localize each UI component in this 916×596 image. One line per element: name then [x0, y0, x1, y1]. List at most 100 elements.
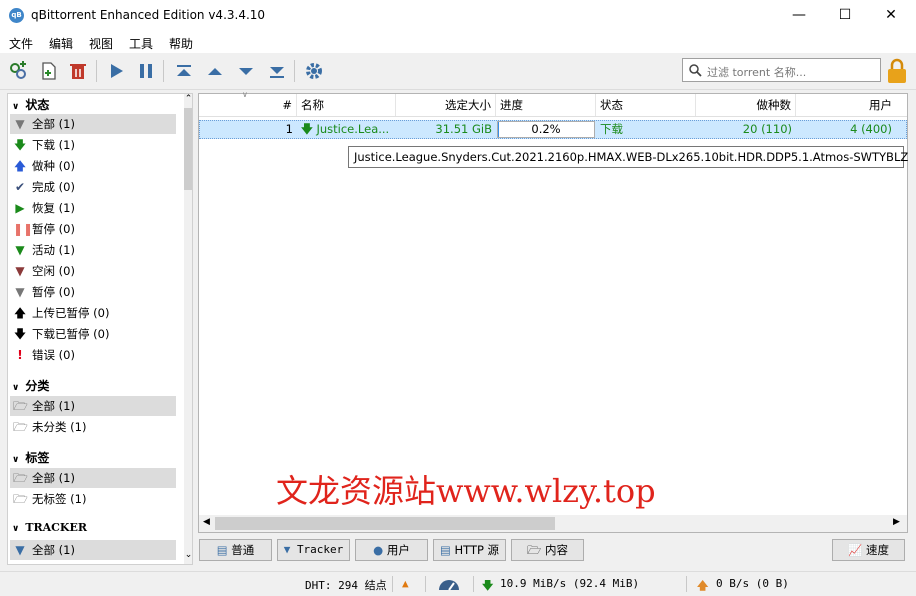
down-arrow-icon: 🡇: [13, 135, 27, 155]
col-name[interactable]: 名称: [297, 94, 396, 116]
filter-icon: ▼: [13, 282, 27, 302]
up-arrow-icon: 🡅: [13, 303, 27, 323]
status-bar: DHT: 294 结点 ▲ 🡇 10.9 MiB/s (92.4 MiB) 🡅 …: [0, 571, 916, 596]
menu-view[interactable]: 视图: [89, 35, 113, 52]
menu-help[interactable]: 帮助: [169, 35, 193, 52]
menu-edit[interactable]: 编辑: [49, 35, 73, 52]
filter-status-inactive[interactable]: ▼空闲 (0): [10, 261, 176, 281]
add-link-button[interactable]: [6, 59, 30, 83]
play-icon: [106, 61, 126, 81]
general-icon: ▤: [217, 543, 228, 557]
horizontal-scroll-thumb[interactable]: [215, 517, 555, 530]
filter-status-all[interactable]: ▼全部 (1): [10, 114, 176, 134]
users-icon: ●: [373, 543, 383, 557]
move-down-button[interactable]: [234, 59, 258, 83]
row-seeds: 20 (110): [696, 121, 796, 138]
downloading-icon: 🡇: [301, 122, 313, 136]
minimize-button[interactable]: —: [776, 0, 822, 31]
tab-content[interactable]: 🗁 内容: [511, 539, 584, 561]
add-file-icon: [38, 61, 58, 81]
scroll-down-icon: ⌄: [184, 550, 193, 562]
up-arrow-icon: 🡅: [13, 156, 27, 176]
close-button[interactable]: ✕: [868, 0, 914, 31]
filter-tag-untagged[interactable]: 🗁无标签 (1): [10, 489, 176, 509]
filter-category-all[interactable]: 🗁全部 (1): [10, 396, 176, 416]
folder-icon: 🗁: [527, 543, 541, 557]
filter-status-paused[interactable]: ❚❚暂停 (0): [10, 219, 176, 239]
scroll-left-icon: ◀: [203, 517, 210, 527]
filter-status-completed[interactable]: ✔完成 (0): [10, 177, 176, 197]
menu-bar: 文件 编辑 视图 工具 帮助: [0, 31, 916, 53]
scroll-up-icon: ⌃: [184, 94, 193, 106]
arrow-down-icon: [236, 61, 256, 81]
tab-peers[interactable]: ● 用户: [355, 539, 428, 561]
down-arrow-icon: 🡇: [13, 324, 27, 344]
col-status[interactable]: 状态: [596, 94, 696, 116]
http-icon: ▤: [440, 543, 451, 557]
filter-status-seeding[interactable]: 🡅做种 (0): [10, 156, 176, 176]
col-progress[interactable]: 进度: [496, 94, 596, 116]
lock-button[interactable]: [886, 58, 908, 84]
download-speed[interactable]: 10.9 MiB/s (92.4 MiB): [500, 577, 639, 590]
horizontal-scrollbar[interactable]: ◀ ▶: [199, 515, 907, 532]
upload-speed[interactable]: 0 B/s (0 B): [716, 577, 789, 590]
col-num[interactable]: #: [199, 94, 297, 116]
menu-tools[interactable]: 工具: [129, 35, 153, 52]
col-peers[interactable]: 用户: [796, 94, 896, 116]
table-row[interactable]: 1 🡇 Justice.Lea... 31.51 GiB 0.2% 下载 20 …: [199, 120, 907, 139]
filter-status-error[interactable]: !错误 (0): [10, 345, 176, 365]
filter-status-stalled[interactable]: ▼暂停 (0): [10, 282, 176, 302]
menu-file[interactable]: 文件: [9, 35, 33, 52]
tab-speed[interactable]: 📈 速度: [832, 539, 905, 561]
filter-category-uncategorized[interactable]: 🗁未分类 (1): [10, 417, 176, 437]
filter-status-upload-paused[interactable]: 🡅上传已暂停 (0): [10, 303, 176, 323]
tab-http-sources[interactable]: ▤ HTTP 源: [433, 539, 506, 561]
resume-button[interactable]: [104, 59, 128, 83]
folder-icon: 🗁: [13, 396, 27, 416]
add-torrent-button[interactable]: [36, 59, 60, 83]
sidebar-filters: ∨状态 ▼全部 (1) 🡇下载 (1) 🡅做种 (0) ✔完成 (0) ▶恢复 …: [7, 93, 193, 565]
filter-status-resumed[interactable]: ▶恢复 (1): [10, 198, 176, 218]
tab-general[interactable]: ▤ 普通: [199, 539, 272, 561]
filter-tracker-all[interactable]: ▼全部 (1): [10, 540, 176, 560]
col-size[interactable]: 选定大小: [396, 94, 496, 116]
error-icon: !: [13, 345, 27, 365]
sort-indicator-icon: ∨: [242, 90, 248, 99]
upload-speed-icon: 🡅: [697, 577, 708, 596]
scroll-right-icon: ▶: [893, 517, 900, 527]
move-top-button[interactable]: [172, 59, 196, 83]
search-placeholder: 过滤 torrent 名称...: [707, 64, 806, 80]
sidebar-scrollbar[interactable]: ⌃ ⌄: [184, 94, 193, 564]
connection-status-icon[interactable]: ▲: [402, 577, 409, 590]
move-bottom-icon: [267, 61, 287, 81]
search-icon: [688, 63, 702, 77]
chart-icon: 📈: [848, 543, 862, 557]
tab-trackers[interactable]: ▼ Tracker: [277, 539, 350, 561]
sidebar-scroll-thumb[interactable]: [184, 108, 193, 190]
pause-button[interactable]: [134, 59, 158, 83]
name-tooltip: Justice.League.Snyders.Cut.2021.2160p.HM…: [348, 146, 904, 168]
tracker-section-header[interactable]: ∨TRACKER: [12, 521, 87, 534]
move-bottom-button[interactable]: [265, 59, 289, 83]
row-num: 1: [200, 121, 297, 138]
download-speed-icon: 🡇: [482, 577, 493, 596]
row-size: 31.51 GiB: [396, 121, 496, 138]
delete-button[interactable]: [66, 59, 90, 83]
move-up-button[interactable]: [203, 59, 227, 83]
col-seeds[interactable]: 做种数: [696, 94, 796, 116]
filter-status-active[interactable]: ▼活动 (1): [10, 240, 176, 260]
tags-section-header[interactable]: ∨标签: [12, 449, 49, 466]
status-section-header[interactable]: ∨状态: [12, 96, 49, 113]
filter-status-downloading[interactable]: 🡇下载 (1): [10, 135, 176, 155]
category-section-header[interactable]: ∨分类: [12, 377, 49, 394]
maximize-button[interactable]: ☐: [822, 0, 868, 31]
search-input[interactable]: 过滤 torrent 名称...: [682, 58, 881, 82]
filter-status-download-paused[interactable]: 🡇下载已暂停 (0): [10, 324, 176, 344]
speed-limit-icon[interactable]: [437, 577, 461, 594]
options-button[interactable]: [302, 59, 326, 83]
filter-tag-all[interactable]: 🗁全部 (1): [10, 468, 176, 488]
window-title: qBittorrent Enhanced Edition v4.3.4.10: [31, 8, 265, 22]
trash-icon: [68, 61, 88, 81]
add-link-icon: [8, 61, 28, 81]
filter-icon: ▼: [13, 240, 27, 260]
